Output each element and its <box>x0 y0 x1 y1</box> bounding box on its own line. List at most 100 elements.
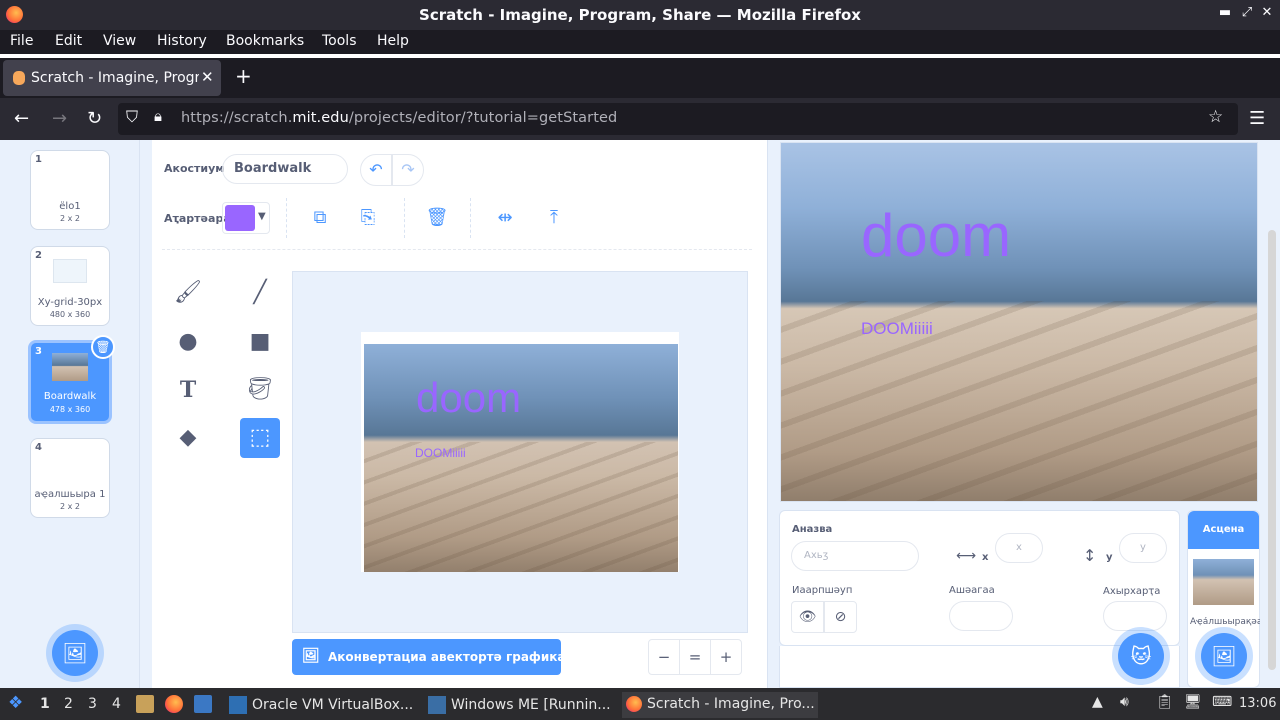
paint-editor: Акостиум Boardwalk ↶ ↷ Аҭартәара ▼ ⧉ ⎘ 🗑… <box>152 140 768 688</box>
divider <box>470 198 471 238</box>
flip-horizontal-icon[interactable]: ⇹ <box>491 204 519 232</box>
delete-costume-icon[interactable]: 🗑︎ <box>91 335 115 359</box>
zoom-out-button[interactable]: − <box>648 639 680 675</box>
costume-name: Boardwalk <box>43 391 97 402</box>
costume-name-input[interactable]: Boardwalk <box>222 154 348 184</box>
select-tool-icon[interactable]: ⬚ <box>240 418 280 458</box>
tab-close-icon[interactable]: ✕ <box>201 68 214 86</box>
fill-color-swatch <box>225 205 255 231</box>
menu-file[interactable]: File <box>10 33 33 49</box>
eraser-tool-icon[interactable]: ◆ <box>168 418 208 458</box>
menu-edit[interactable]: Edit <box>55 33 82 49</box>
keyboard-icon[interactable]: ⌨︎ <box>1212 694 1232 710</box>
page-scrollbar[interactable] <box>1268 230 1276 670</box>
stage-backdrop <box>781 143 1257 501</box>
task-windows-me[interactable]: Windows ME [Runnin... <box>424 692 614 718</box>
costume-tile-1[interactable]: 1 ёlo1 2 x 2 <box>30 150 110 230</box>
tray-up-icon[interactable]: ▲ <box>1092 694 1103 710</box>
redo-icon[interactable]: ↷ <box>392 154 424 186</box>
shield-icon[interactable]: ⛉ <box>126 107 138 127</box>
fill-tool-icon[interactable]: 🪣︎ <box>240 370 280 410</box>
costume-tile-2[interactable]: 2 Xy-grid-30px 480 x 360 <box>30 246 110 326</box>
menu-view[interactable]: View <box>103 33 136 49</box>
lock-icon[interactable]: 🔒︎ <box>154 107 162 125</box>
tab-scratch[interactable]: Scratch - Imagine, Program, Share ✕ <box>3 60 221 96</box>
brush-tool-icon[interactable]: 🖌︎ <box>168 273 208 313</box>
paint-canvas[interactable]: doom DOOMiiiii <box>361 332 679 572</box>
tab-bar: Scratch - Imagine, Program, Share ✕ <box>0 58 1280 98</box>
costume-number: 4 <box>35 442 42 453</box>
costume-size: 2 x 2 <box>60 214 80 223</box>
stage-canvas[interactable]: doom DOOMiiiii <box>780 142 1258 502</box>
clock: 13:06 <box>1239 696 1277 711</box>
costume-tile-4[interactable]: 4 аҿалшьыра 1 2 x 2 <box>30 438 110 518</box>
divider <box>286 198 287 238</box>
text-tool-icon[interactable]: T <box>168 370 208 410</box>
file-manager-icon[interactable] <box>136 695 154 713</box>
costume-number: 3 <box>35 346 42 357</box>
task-scratch-firefox[interactable]: Scratch - Imagine, Pro... <box>622 692 818 718</box>
costume-thumbnail <box>53 259 87 283</box>
reload-icon[interactable]: ↻ <box>87 108 102 129</box>
workspace-4[interactable]: 4 <box>112 696 121 712</box>
flip-vertical-icon[interactable]: ⤒ <box>540 204 568 232</box>
volume-icon[interactable]: 🔊︎ <box>1120 694 1129 710</box>
canvas-text-doom[interactable]: doom <box>416 374 521 422</box>
undo-icon[interactable]: ↶ <box>360 154 392 186</box>
fill-color-picker[interactable]: ▼ <box>222 202 270 234</box>
stage-header: Асцена <box>1188 511 1259 549</box>
task-virtualbox[interactable]: Oracle VM VirtualBox... <box>225 692 415 718</box>
costume-list: 1 ёlo1 2 x 2 2 Xy-grid-30px 480 x 360 3 … <box>0 140 140 688</box>
workspace-2[interactable]: 2 <box>64 696 73 712</box>
choose-sprite-icon[interactable]: 🐱︎ <box>1118 633 1164 679</box>
menu-tools[interactable]: Tools <box>322 33 357 49</box>
menu-history[interactable]: History <box>157 33 207 49</box>
y-input[interactable]: y <box>1119 533 1167 563</box>
url-text[interactable]: https://scratch.mit.edu/projects/editor/… <box>181 110 617 126</box>
menu-help[interactable]: Help <box>377 33 409 49</box>
app-menu-icon[interactable]: ☰ <box>1249 108 1265 129</box>
sprite-name-input[interactable]: Ахьӡ <box>791 541 919 571</box>
bookmark-star-icon[interactable]: ☆ <box>1208 107 1223 127</box>
canvas-text-doomiiiii[interactable]: DOOMiiiii <box>415 446 466 460</box>
terminal-launcher-icon[interactable] <box>194 695 212 713</box>
backdrops-label: Аҿа́лшьырақәа <box>1190 617 1260 627</box>
choose-costume-icon[interactable]: 🖼︎ <box>52 630 98 676</box>
size-input[interactable] <box>949 601 1013 631</box>
workspace-1[interactable]: 1 <box>40 696 50 712</box>
vm-icon <box>428 696 446 714</box>
close-window-button[interactable]: ✕ <box>1258 5 1276 20</box>
rectangle-tool-icon[interactable]: ■ <box>240 322 280 362</box>
maximize-button[interactable]: ⤢ <box>1238 5 1256 20</box>
x-input[interactable]: x <box>995 533 1043 563</box>
costume-size: 2 x 2 <box>60 502 80 511</box>
back-icon[interactable]: ← <box>14 108 29 129</box>
delete-icon[interactable]: 🗑︎ <box>423 204 451 232</box>
start-menu-icon[interactable]: ❖ <box>8 693 23 713</box>
convert-to-vector-button[interactable]: 🖼︎ Аконвертациа авектортә графика ахь <box>292 639 593 675</box>
firefox-icon <box>626 696 642 712</box>
line-tool-icon[interactable]: ╱ <box>240 273 280 313</box>
zoom-in-button[interactable]: + <box>710 639 742 675</box>
copy-icon[interactable]: ⧉ <box>306 204 334 232</box>
menu-bookmarks[interactable]: Bookmarks <box>226 33 304 49</box>
direction-input[interactable] <box>1103 601 1167 631</box>
paste-icon[interactable]: ⎘ <box>354 204 382 232</box>
zoom-reset-button[interactable]: = <box>679 639 711 675</box>
circle-tool-icon[interactable]: ● <box>168 322 208 362</box>
minimize-button[interactable]: ▬ <box>1216 5 1234 20</box>
address-bar[interactable]: ⛉ 🔒︎ https://scratch.mit.edu/projects/ed… <box>118 103 1238 135</box>
firefox-launcher-icon[interactable] <box>165 695 183 713</box>
show-sprite-icon[interactable]: 👁︎ <box>791 601 824 633</box>
paint-canvas-area[interactable]: doom DOOMiiiii <box>292 271 748 633</box>
sprite-name-label: Аназва <box>792 524 833 535</box>
workspace-3[interactable]: 3 <box>88 696 97 712</box>
new-tab-button[interactable]: + <box>235 64 252 88</box>
choose-backdrop-icon[interactable]: 🖼︎ <box>1201 633 1247 679</box>
hide-sprite-icon[interactable]: ⊘ <box>824 601 857 633</box>
x-arrow-icon: ⟷ <box>956 548 977 564</box>
forward-icon[interactable]: → <box>52 108 67 129</box>
clipboard-icon[interactable]: 📋︎ <box>1156 694 1174 710</box>
direction-label: Ахырхарҭа <box>1103 586 1161 597</box>
network-icon[interactable]: 🖥︎ <box>1184 694 1202 710</box>
